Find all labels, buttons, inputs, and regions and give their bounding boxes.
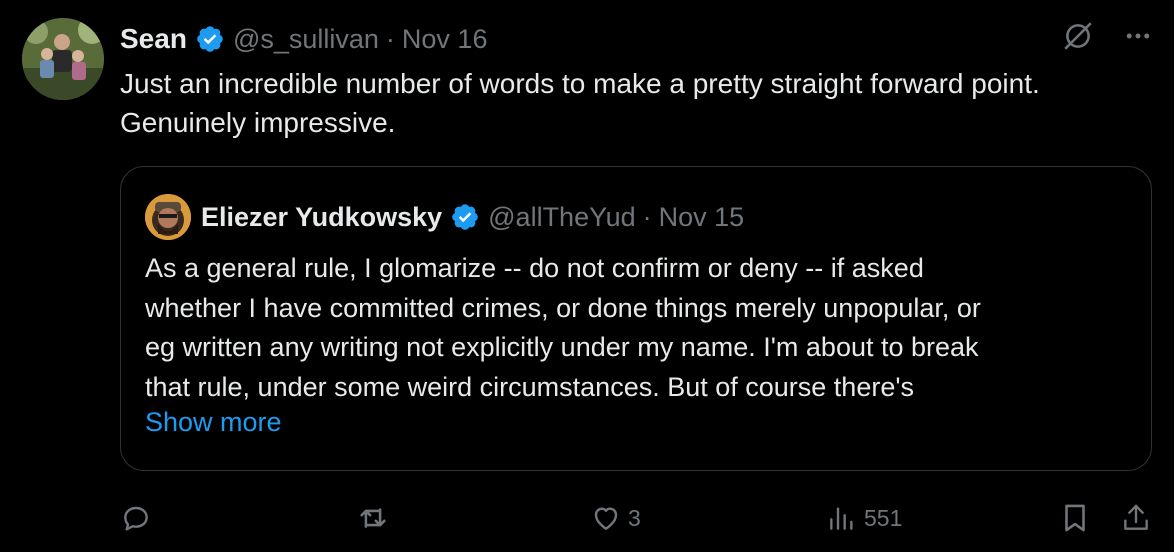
quoted-post[interactable]: Eliezer Yudkowsky @allTheYud · Nov 15 As… <box>120 166 1152 471</box>
verified-badge-icon <box>450 202 480 232</box>
quoted-header: Eliezer Yudkowsky @allTheYud · Nov 15 <box>145 194 745 240</box>
share-icon <box>1120 502 1152 534</box>
quoted-author-handle[interactable]: @allTheYud <box>488 202 636 233</box>
reply-button[interactable] <box>120 496 152 540</box>
separator-dot: · <box>385 23 395 54</box>
action-bar: 3 551 <box>0 496 1174 540</box>
reply-icon <box>120 502 152 534</box>
avatar[interactable] <box>22 18 104 100</box>
author-handle[interactable]: @s_sullivan <box>233 24 379 55</box>
quoted-post-text: As a general rule, I glomarize -- do not… <box>145 253 981 402</box>
quoted-author-name[interactable]: Eliezer Yudkowsky <box>201 202 442 233</box>
repost-icon <box>356 501 390 535</box>
verified-badge-icon <box>195 24 225 54</box>
like-count: 3 <box>628 504 641 531</box>
heart-icon <box>590 502 622 534</box>
tweet-header: Sean @s_sullivan · Nov 16 <box>120 20 487 58</box>
bookmark-icon <box>1058 501 1092 535</box>
tweet[interactable]: Sean @s_sullivan · Nov 16 Just an incred… <box>0 0 1174 552</box>
grok-icon[interactable] <box>1060 18 1096 54</box>
share-button[interactable] <box>1120 496 1152 540</box>
quoted-avatar <box>145 194 191 240</box>
views-icon <box>826 502 858 534</box>
post-date[interactable]: Nov 16 <box>402 24 488 55</box>
like-button[interactable]: 3 <box>590 496 641 540</box>
top-right-actions <box>1060 18 1156 54</box>
views-count: 551 <box>864 504 903 531</box>
views-button[interactable]: 551 <box>826 496 902 540</box>
author-name[interactable]: Sean <box>120 23 187 55</box>
more-icon[interactable] <box>1120 18 1156 54</box>
separator-dot: · <box>642 201 652 232</box>
repost-button[interactable] <box>356 496 390 540</box>
quoted-post-date[interactable]: Nov 15 <box>659 202 745 233</box>
post-text: Just an incredible number of words to ma… <box>120 68 1040 138</box>
bookmark-button[interactable] <box>1058 496 1092 540</box>
show-more-link[interactable]: Show more <box>145 407 282 438</box>
